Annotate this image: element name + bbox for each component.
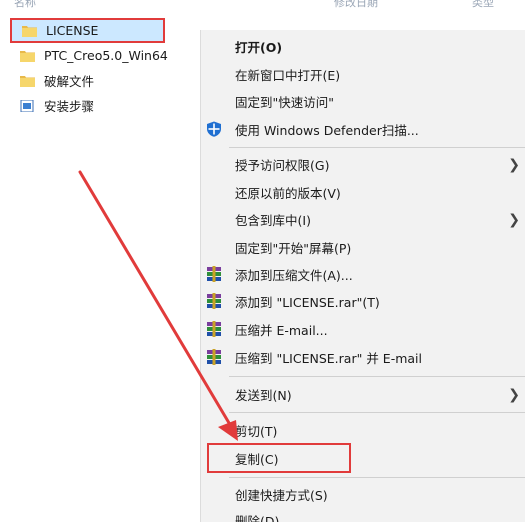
arrow-head [218,420,238,441]
arrow-shaft [78,170,234,430]
annotation-arrow [78,170,238,441]
